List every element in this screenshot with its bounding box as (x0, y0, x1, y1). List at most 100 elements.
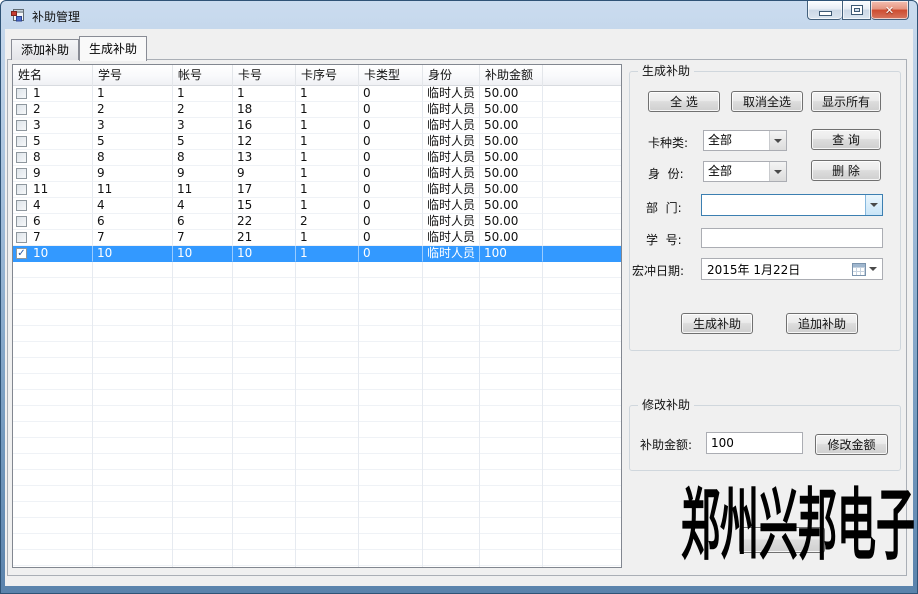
table-cell-filler (543, 134, 621, 150)
table-cell: 8 (13, 150, 93, 166)
department-dropdown-button[interactable] (865, 195, 882, 215)
subsidy-table[interactable]: 姓名学号帐号卡号卡序号卡类型身份补助金额 1 1 1 1 10 临时人员 50.00 2 2 2 1… (12, 64, 622, 568)
cell-text: 3 (97, 118, 105, 133)
amount-input[interactable]: 100 (706, 432, 803, 454)
gridline (422, 262, 423, 567)
table-row[interactable]: 999910临时人员50.00 (13, 166, 621, 182)
show-all-button[interactable]: 显示所有 (811, 91, 881, 112)
table-cell: 0 (359, 214, 423, 230)
table-row[interactable]: 111110临时人员50.00 (13, 86, 621, 102)
tab-add-subsidy[interactable]: 添加补助 (11, 39, 79, 60)
select-all-button[interactable]: 全 选 (648, 91, 720, 112)
table-cell-filler (543, 246, 621, 262)
column-header-4[interactable]: 卡号 (233, 65, 296, 86)
column-header-8[interactable]: 补助金额 (480, 65, 543, 86)
app-window: 补助管理 ✕ 添加补助 生成补助 姓名学号帐号卡号卡序号卡类型身份补助金额 11… (0, 0, 918, 594)
table-cell: 1 (296, 230, 359, 246)
table-row[interactable]: 2221810临时人员50.00 (13, 102, 621, 118)
identity-combobox[interactable]: 全部 (703, 161, 787, 182)
card-type-combobox[interactable]: 全部 (703, 130, 787, 151)
cell-text: 2 (300, 214, 308, 229)
cancel-select-all-button[interactable]: 取消全选 (731, 91, 803, 112)
close-button[interactable]: ✕ (871, 1, 909, 20)
append-subsidy-button[interactable]: 追加补助 (786, 313, 858, 334)
row-checkbox[interactable] (16, 232, 27, 243)
query-button[interactable]: 查 询 (811, 129, 881, 150)
column-header-7[interactable]: 身份 (423, 65, 480, 86)
titlebar[interactable]: 补助管理 ✕ (1, 1, 917, 29)
cell-text: 0 (363, 86, 371, 101)
row-checkbox[interactable] (16, 104, 27, 115)
maximize-icon (852, 6, 862, 14)
chevron-down-icon (870, 203, 878, 207)
table-cell: 5 (93, 134, 173, 150)
table-cell: 1 (13, 86, 93, 102)
cell-text: 临时人员 (427, 230, 475, 245)
table-row[interactable]: 3331610临时人员50.00 (13, 118, 621, 134)
delete-button[interactable]: 删 除 (811, 160, 881, 181)
tab-generate-subsidy[interactable]: 生成补助 (79, 36, 147, 61)
cell-text: 1 (300, 182, 308, 197)
table-cell: 17 (233, 182, 296, 198)
column-header-5[interactable]: 卡序号 (296, 65, 359, 86)
card-type-dropdown-button[interactable] (769, 131, 786, 150)
column-header-1[interactable]: 姓名 (13, 65, 93, 86)
tabstrip: 添加补助 生成补助 (11, 34, 147, 60)
maximize-button[interactable] (842, 1, 871, 20)
generate-subsidy-group: 生成补助 全 选 取消全选 显示所有 卡种类: 全部 查 询 身 份: 全部 删… (629, 71, 901, 351)
table-cell: 0 (359, 198, 423, 214)
cell-text: 临时人员 (427, 118, 475, 133)
table-cell: 6 (173, 214, 233, 230)
table-cell: 9 (233, 166, 296, 182)
cell-text: 0 (363, 150, 371, 165)
table-cell: ✓10 (13, 246, 93, 262)
row-checkbox-checked[interactable]: ✓ (16, 248, 27, 259)
flush-date-picker[interactable]: 2015年 1月22日 (701, 258, 883, 280)
table-cell: 4 (173, 198, 233, 214)
column-header-2[interactable]: 学号 (93, 65, 173, 86)
row-checkbox[interactable] (16, 200, 27, 211)
row-checkbox[interactable] (16, 152, 27, 163)
cell-text: 1 (300, 118, 308, 133)
cell-text: 0 (363, 182, 371, 197)
cell-text: 2 (97, 102, 105, 117)
row-checkbox[interactable] (16, 168, 27, 179)
row-checkbox[interactable] (16, 120, 27, 131)
table-cell: 1 (296, 182, 359, 198)
table-row[interactable]: 5551210临时人员50.00 (13, 134, 621, 150)
table-cell: 2 (93, 102, 173, 118)
student-no-input[interactable] (701, 228, 883, 248)
row-checkbox[interactable] (16, 88, 27, 99)
table-cell: 100 (480, 246, 543, 262)
cell-text: 0 (363, 246, 371, 261)
column-header-6[interactable]: 卡类型 (359, 65, 423, 86)
cell-text: 50.00 (484, 214, 518, 229)
table-cell: 10 (93, 246, 173, 262)
generate-subsidy-button[interactable]: 生成补助 (681, 313, 753, 334)
table-cell: 2 (173, 102, 233, 118)
table-row[interactable]: ✓1010101010临时人员100 (13, 246, 621, 262)
cell-text: 12 (237, 134, 252, 149)
table-row[interactable]: 6662220临时人员50.00 (13, 214, 621, 230)
table-row[interactable]: 8881310临时人员50.00 (13, 150, 621, 166)
column-header-3[interactable]: 帐号 (173, 65, 233, 86)
table-row[interactable]: 7772110临时人员50.00 (13, 230, 621, 246)
subsidy-table-body: 111110临时人员50.002221810临时人员50.003331610临时… (13, 86, 621, 567)
row-checkbox[interactable] (16, 184, 27, 195)
minimize-button[interactable] (807, 1, 842, 20)
table-row[interactable]: 1111111710临时人员50.00 (13, 182, 621, 198)
table-cell: 0 (359, 102, 423, 118)
row-checkbox[interactable] (16, 136, 27, 147)
row-checkbox[interactable] (16, 216, 27, 227)
cell-text: 13 (237, 150, 252, 165)
table-row[interactable]: 4441510临时人员50.00 (13, 198, 621, 214)
cell-text: 临时人员 (427, 246, 475, 261)
gridline (479, 262, 480, 567)
identity-dropdown-button[interactable] (769, 162, 786, 181)
department-combobox[interactable] (701, 194, 883, 216)
modify-amount-button[interactable]: 修改金额 (815, 434, 888, 455)
tabpage-generate-subsidy: 姓名学号帐号卡号卡序号卡类型身份补助金额 1 1 1 1 10 临时人员 50.00 2 2 2 1… (7, 59, 907, 576)
caption-buttons: ✕ (807, 1, 909, 20)
obscured-button[interactable] (739, 527, 825, 553)
calendar-icon[interactable] (852, 263, 866, 276)
